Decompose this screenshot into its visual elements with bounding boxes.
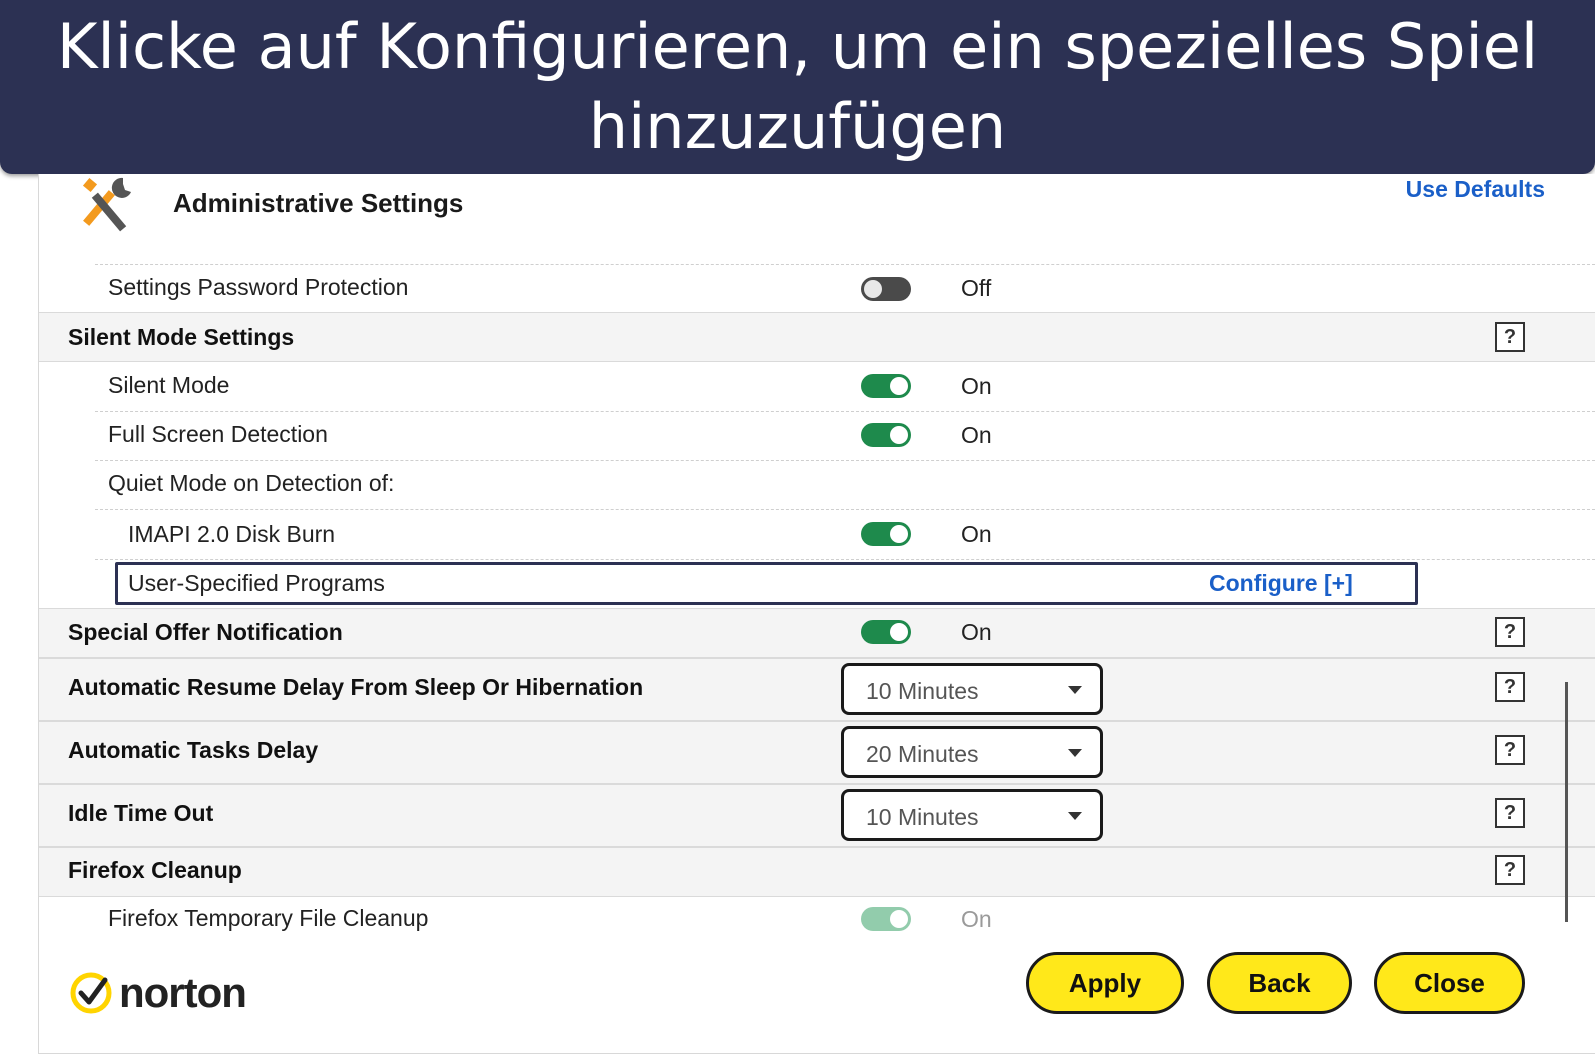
silent-mode-toggle[interactable] bbox=[861, 374, 911, 398]
toggle-knob bbox=[890, 910, 908, 928]
silent-mode-label: Silent Mode bbox=[108, 372, 230, 398]
imapi-label: IMAPI 2.0 Disk Burn bbox=[128, 521, 336, 547]
silent-mode-section-title: Silent Mode Settings bbox=[68, 324, 295, 350]
firefox-cleanup-help-button[interactable]: ? bbox=[1495, 855, 1525, 885]
resume-delay-help-button[interactable]: ? bbox=[1495, 672, 1525, 702]
settings-password-state: Off bbox=[961, 275, 992, 301]
toggle-knob bbox=[890, 623, 908, 641]
scrollbar[interactable] bbox=[1565, 682, 1568, 922]
tasks-delay-label: Automatic Tasks Delay bbox=[68, 737, 319, 763]
tools-icon bbox=[82, 177, 131, 232]
resume-delay-value: 10 Minutes bbox=[866, 678, 979, 704]
firefox-temp-label: Firefox Temporary File Cleanup bbox=[108, 905, 429, 931]
settings-password-toggle[interactable] bbox=[861, 277, 911, 301]
use-defaults-link[interactable]: Use Defaults bbox=[1406, 176, 1545, 203]
toggle-knob bbox=[890, 525, 908, 543]
full-screen-toggle[interactable] bbox=[861, 423, 911, 447]
firefox-temp-toggle[interactable] bbox=[861, 907, 911, 931]
admin-settings-title: Administrative Settings bbox=[173, 188, 464, 218]
tasks-delay-select[interactable]: 20 Minutes bbox=[841, 726, 1103, 778]
idle-timeout-row bbox=[39, 784, 1595, 847]
quiet-mode-label: Quiet Mode on Detection of: bbox=[108, 470, 395, 496]
idle-timeout-select[interactable]: 10 Minutes bbox=[841, 789, 1103, 841]
firefox-temp-state: On bbox=[961, 906, 992, 932]
imapi-state: On bbox=[961, 521, 992, 547]
special-offer-state: On bbox=[961, 619, 992, 645]
special-offer-help-button[interactable]: ? bbox=[1495, 617, 1525, 647]
norton-logo: norton bbox=[69, 969, 247, 1016]
toggle-knob bbox=[864, 280, 882, 298]
instruction-banner: Klicke auf Konfigurieren, um ein speziel… bbox=[0, 0, 1595, 174]
admin-settings-header: Administrative Settings Use Defaults bbox=[39, 174, 1595, 264]
norton-logo-text: norton bbox=[119, 969, 247, 1016]
silent-mode-help-button[interactable]: ? bbox=[1495, 322, 1525, 352]
full-screen-state: On bbox=[961, 422, 992, 448]
imapi-toggle[interactable] bbox=[861, 522, 911, 546]
idle-timeout-value: 10 Minutes bbox=[866, 804, 979, 830]
settings-password-label: Settings Password Protection bbox=[108, 274, 409, 300]
chevron-down-icon bbox=[1068, 686, 1082, 694]
tasks-delay-help-button[interactable]: ? bbox=[1495, 735, 1525, 765]
toggle-knob bbox=[890, 426, 908, 444]
settings-panel: Administrative Settings Use Defaults Set… bbox=[38, 174, 1595, 1054]
idle-timeout-help-button[interactable]: ? bbox=[1495, 798, 1525, 828]
idle-timeout-label: Idle Time Out bbox=[68, 800, 214, 826]
user-programs-label: User-Specified Programs bbox=[128, 570, 385, 596]
firefox-cleanup-label: Firefox Cleanup bbox=[68, 857, 242, 883]
tasks-delay-value: 20 Minutes bbox=[866, 741, 979, 767]
checkmark-circle-icon bbox=[70, 972, 112, 1014]
toggle-knob bbox=[890, 377, 908, 395]
resume-delay-select[interactable]: 10 Minutes bbox=[841, 663, 1103, 715]
close-button[interactable]: Close bbox=[1374, 952, 1525, 1014]
special-offer-toggle[interactable] bbox=[861, 620, 911, 644]
back-button[interactable]: Back bbox=[1207, 952, 1352, 1014]
full-screen-label: Full Screen Detection bbox=[108, 421, 328, 447]
silent-mode-state: On bbox=[961, 373, 992, 399]
configure-link[interactable]: Configure [+] bbox=[1209, 570, 1353, 597]
banner-text: Klicke auf Konfigurieren, um ein speziel… bbox=[56, 10, 1539, 163]
firefox-cleanup-row bbox=[39, 847, 1595, 897]
special-offer-label: Special Offer Notification bbox=[68, 619, 343, 645]
chevron-down-icon bbox=[1068, 749, 1082, 757]
chevron-down-icon bbox=[1068, 812, 1082, 820]
resume-delay-label: Automatic Resume Delay From Sleep Or Hib… bbox=[68, 674, 644, 700]
apply-button[interactable]: Apply bbox=[1026, 952, 1184, 1014]
